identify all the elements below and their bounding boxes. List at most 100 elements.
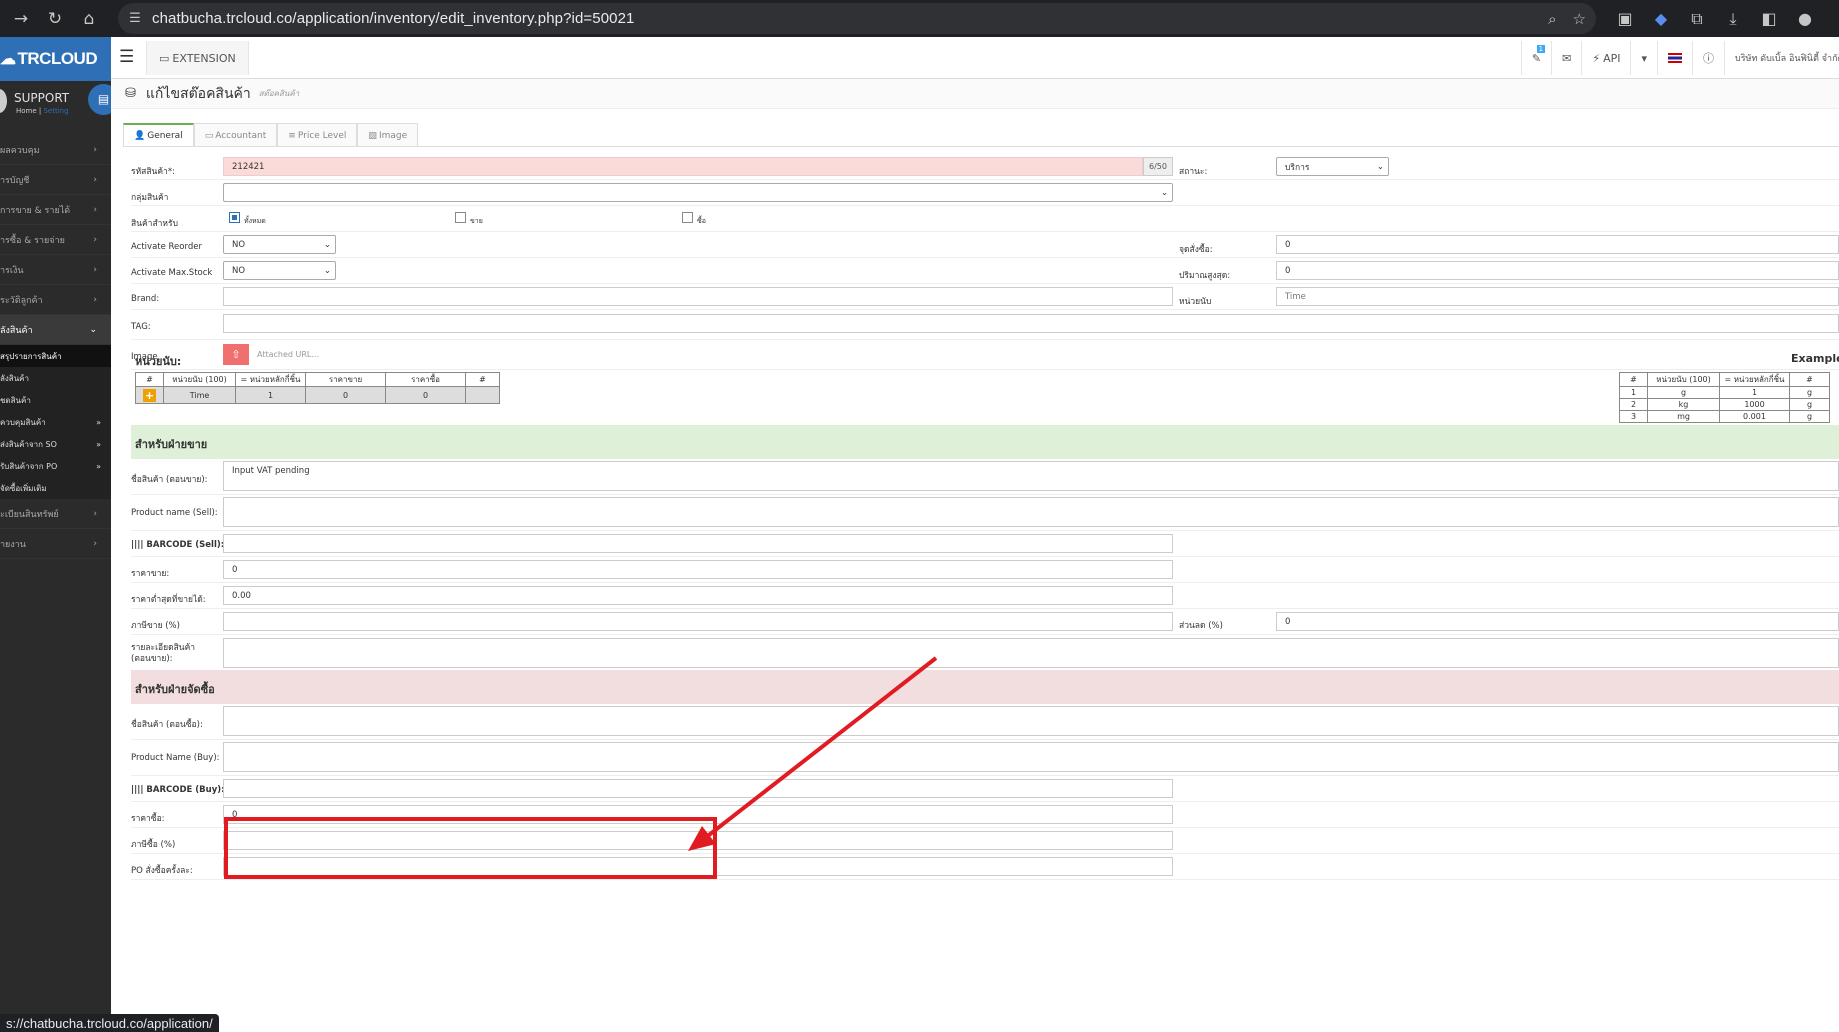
- bookmark-star-icon[interactable]: ☆: [1573, 10, 1586, 28]
- sidebar-item-customers[interactable]: ระวัติลูกค้า ›: [0, 285, 111, 315]
- for-buy-checkbox[interactable]: [682, 212, 693, 223]
- unit-sell-cell[interactable]: 0: [305, 386, 386, 404]
- row-image: Image ⇧ Attached URL...: [131, 340, 1839, 370]
- example-header: #: [1789, 372, 1830, 387]
- sell-section-header: สำหรับฝ่ายขาย: [131, 425, 1839, 459]
- maxstock-select[interactable]: NO ⌄: [223, 261, 336, 280]
- cubes-icon: ⛁: [125, 86, 136, 101]
- discount-input[interactable]: 0: [1276, 612, 1839, 631]
- unit-name-cell[interactable]: Time: [163, 386, 236, 404]
- api-button[interactable]: ⚡ API: [1581, 41, 1630, 75]
- sidebar-item-assets[interactable]: ะเบียนสินทรัพย์ ›: [0, 499, 111, 529]
- reorder-select[interactable]: NO ⌄: [223, 235, 336, 254]
- sidebar-subitem-summary[interactable]: สรุปรายการสินค้า: [0, 345, 111, 367]
- trcloud-logo[interactable]: ☁ TRCLOUD: [0, 37, 111, 81]
- download-icon[interactable]: ⤓: [1722, 9, 1744, 29]
- add-unit-button[interactable]: +: [143, 388, 156, 402]
- site-info-icon[interactable]: ☰: [118, 11, 152, 26]
- status-select[interactable]: บริการ ⌄: [1276, 157, 1389, 176]
- upload-image-button[interactable]: ⇧: [223, 344, 249, 365]
- sell-price-input[interactable]: 0: [223, 560, 1173, 579]
- unit-input[interactable]: Time: [1276, 287, 1839, 306]
- address-bar[interactable]: ☰ chatbucha.trcloud.co/application/inven…: [118, 3, 1596, 34]
- notification-badge: 1: [1536, 45, 1546, 53]
- row-reorder: Activate Reorder NO ⌄ จุดสั่งซื้อ: 0: [131, 232, 1839, 258]
- setting-link[interactable]: Setting: [43, 107, 68, 115]
- sell-pname-textarea[interactable]: [223, 497, 1839, 527]
- help-button[interactable]: ⓘ: [1692, 41, 1724, 75]
- hamburger-menu-icon[interactable]: ☰: [119, 47, 134, 67]
- row-sell-price: ราคาขาย: 0: [131, 557, 1839, 583]
- url-text[interactable]: chatbucha.trcloud.co/application/invento…: [152, 10, 634, 27]
- tab-accountant[interactable]: ▭ Accountant: [193, 123, 278, 147]
- sidebar-item-reports[interactable]: ายงาน ›: [0, 529, 111, 559]
- sidebar-subitem-control[interactable]: ควบคุมสินค้า»: [0, 411, 111, 433]
- zoom-icon[interactable]: ⌕: [1548, 10, 1556, 28]
- money-icon: ▭: [204, 130, 214, 141]
- sidebar-item-inventory[interactable]: ลังสินค้า ⌄: [0, 315, 111, 345]
- sell-min-input[interactable]: 0.00: [223, 586, 1173, 605]
- home-icon[interactable]: ⌂: [72, 2, 106, 36]
- for-all-label: ทั้งหมด: [244, 217, 266, 225]
- reorder-point-input[interactable]: 0: [1276, 235, 1839, 254]
- sidebar-subitem-receive-po[interactable]: รับสินค้าจาก PO»: [0, 455, 111, 477]
- sidebar-subitem-stock[interactable]: ลังสินค้า: [0, 367, 111, 389]
- shield-extension-icon[interactable]: ◆: [1650, 9, 1672, 28]
- image-url-input[interactable]: Attached URL...: [249, 344, 1839, 365]
- tab-price-level[interactable]: ≡ Price Level: [277, 123, 358, 147]
- chevron-right-icon: ›: [93, 204, 97, 215]
- thai-flag-icon: [1668, 53, 1682, 63]
- side-panel-icon[interactable]: ◧: [1758, 9, 1780, 28]
- profile-avatar-icon[interactable]: ●: [1794, 9, 1816, 28]
- code-input[interactable]: 212421: [223, 157, 1143, 176]
- table-row: 2 kg 1000 g: [1619, 398, 1830, 411]
- company-name[interactable]: บริษัท ดับเบิ้ล อินฟินิตี้ จำกัด: [1724, 41, 1839, 75]
- row-sell-barcode: |||| BARCODE (Sell):: [131, 531, 1839, 557]
- notifications-button[interactable]: ✎ 1: [1520, 41, 1551, 75]
- sell-name-textarea[interactable]: Input VAT pending: [223, 461, 1839, 491]
- dropdown-caret-button[interactable]: ▾: [1630, 41, 1657, 75]
- extension-button[interactable]: ▭ EXTENSION: [146, 41, 249, 75]
- support-panel: SUPPORT Home | Setting ▤: [0, 81, 111, 121]
- sidebar-subitem-ship-so[interactable]: ส่งสินค้าจาก SO»: [0, 433, 111, 455]
- sidebar-item-purchase[interactable]: ารซื้อ & รายจ่าย ›: [0, 225, 111, 255]
- mail-button[interactable]: ✉: [1551, 41, 1581, 75]
- sell-pname-label: Product name (Sell):: [131, 508, 218, 518]
- unit-buy-cell[interactable]: 0: [385, 386, 466, 404]
- home-link[interactable]: Home: [16, 107, 37, 115]
- max-qty-input[interactable]: 0: [1276, 261, 1839, 280]
- chat-extension-icon[interactable]: ▣: [1614, 9, 1636, 28]
- buy-barcode-input[interactable]: [223, 779, 1173, 798]
- select-arrow-icon: ⌄: [1160, 187, 1168, 198]
- row-sell-name: ชื่อสินค้า (ตอนขาย): Input VAT pending: [131, 459, 1839, 495]
- tag-input[interactable]: [223, 314, 1839, 333]
- buy-name-textarea[interactable]: [223, 706, 1839, 736]
- brand-input[interactable]: [223, 287, 1173, 306]
- tab-general[interactable]: 👤 General: [123, 123, 194, 147]
- forward-icon[interactable]: →: [4, 2, 38, 36]
- sidebar-item-dashboard[interactable]: ผลควบคุม ›: [0, 135, 111, 165]
- reload-icon[interactable]: ↻: [38, 2, 72, 36]
- group-select[interactable]: ⌄: [223, 183, 1173, 202]
- sidebar-subitem-set[interactable]: ชดสินค้า: [0, 389, 111, 411]
- sell-desc-textarea[interactable]: [223, 638, 1839, 668]
- for-sell-label: ขาย: [470, 217, 483, 225]
- buy-pname-textarea[interactable]: [223, 742, 1839, 772]
- unit-factor-cell[interactable]: 1: [235, 386, 306, 404]
- sidebar-subitem-extra[interactable]: จัดซื้อเพิ่มเติม: [0, 477, 111, 499]
- for-all-checkbox[interactable]: [229, 212, 240, 223]
- tab-image[interactable]: ▨ Image: [357, 123, 419, 147]
- user-icon: 👤: [134, 131, 146, 141]
- plug-icon: ⚡: [1592, 51, 1601, 65]
- extensions-puzzle-icon[interactable]: ⧉: [1686, 9, 1708, 29]
- sidebar-item-finance[interactable]: ารเงิน ›: [0, 255, 111, 285]
- sell-barcode-label: |||| BARCODE (Sell):: [131, 540, 225, 550]
- sell-tax-input[interactable]: [223, 612, 1173, 631]
- sidebar-item-accounting[interactable]: ารบัญชี ›: [0, 165, 111, 195]
- sell-barcode-input[interactable]: [223, 534, 1173, 553]
- book-icon[interactable]: ▤: [88, 84, 111, 115]
- code-counter: 6/50: [1143, 157, 1173, 176]
- sidebar-item-sales[interactable]: การขาย & รายได้ ›: [0, 195, 111, 225]
- language-button[interactable]: [1657, 41, 1692, 75]
- for-sell-checkbox[interactable]: [455, 212, 466, 223]
